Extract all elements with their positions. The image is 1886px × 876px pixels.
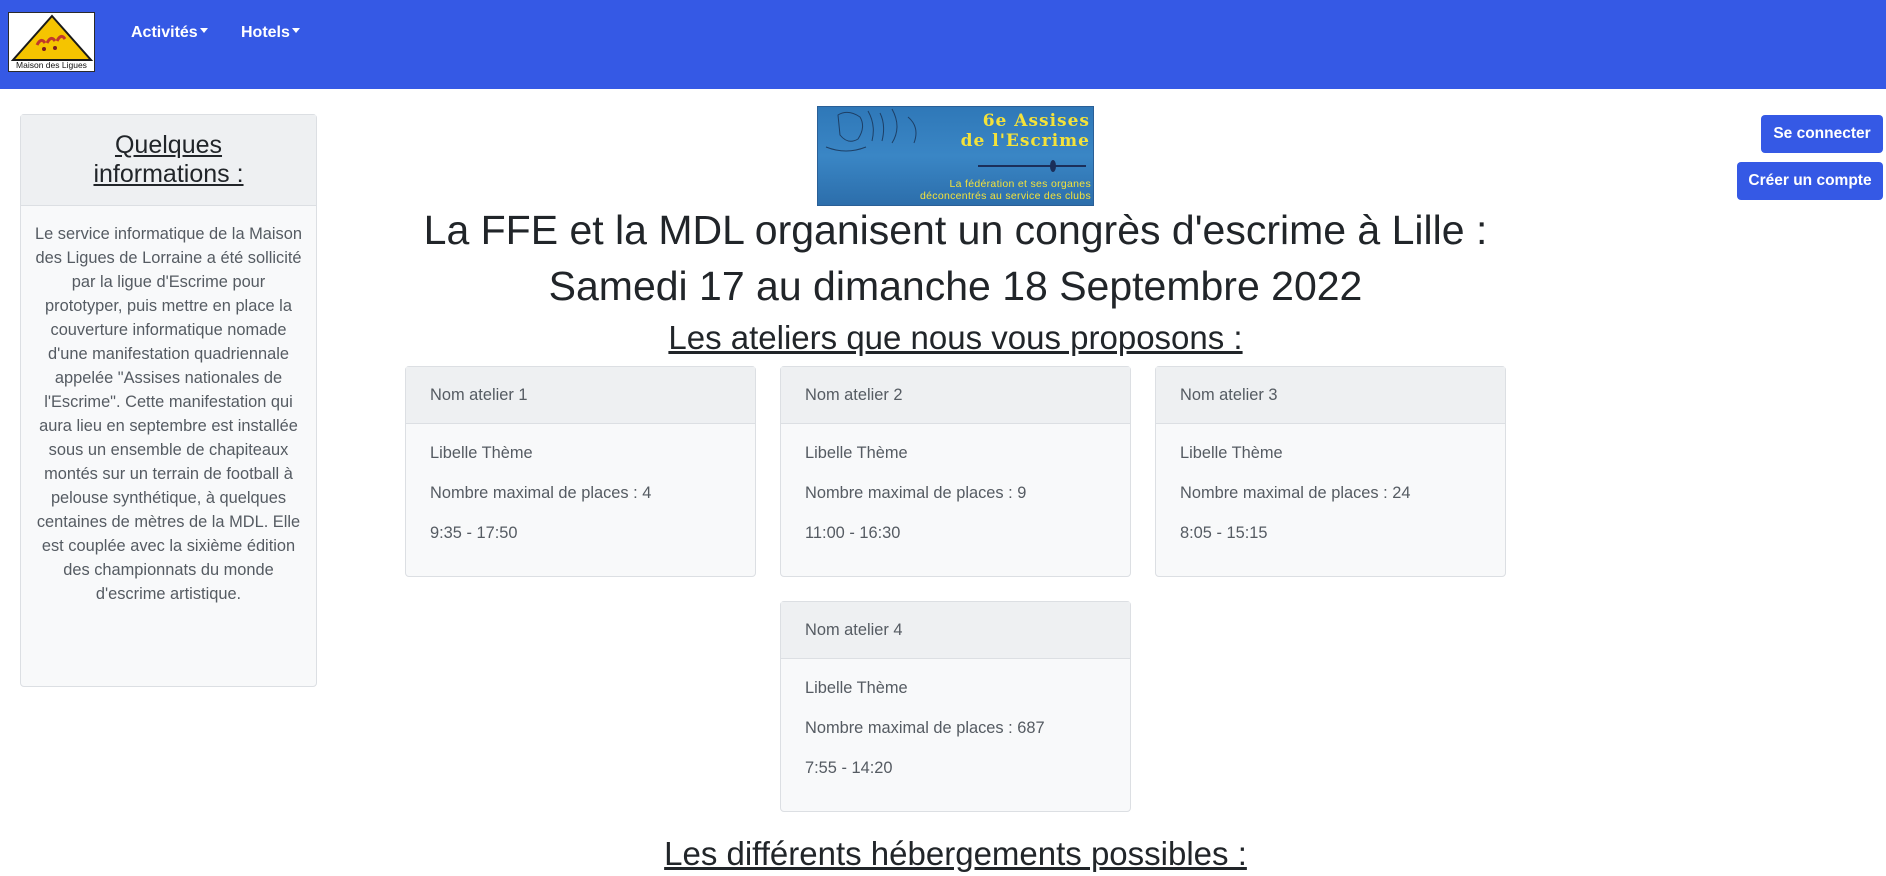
atelier-theme: Libelle Thème xyxy=(1180,444,1283,462)
info-card-header: Quelques informations : xyxy=(21,115,316,206)
atelier-places: Nombre maximal de places : 4 xyxy=(430,484,652,502)
atelier-body: Libelle Thème Nombre maximal de places :… xyxy=(1156,424,1505,562)
atelier-card: Nom atelier 4 Libelle Thème Nombre maxim… xyxy=(780,601,1131,812)
assises-escrime-banner: 6e Assises de l'Escrime La fédération et… xyxy=(817,106,1094,206)
caret-down-icon xyxy=(199,28,208,34)
banner-line-3: La fédération et ses organes xyxy=(949,178,1091,190)
maison-des-ligues-logo[interactable]: Maison des Ligues xyxy=(8,12,95,72)
atelier-name: Nom atelier 2 xyxy=(781,367,1130,424)
nav-dropdown-hotels[interactable]: Hotels xyxy=(241,24,300,42)
register-button[interactable]: Créer un compte xyxy=(1737,162,1883,200)
caret-down-icon xyxy=(291,28,300,34)
event-dates: Samedi 17 au dimanche 18 Septembre 2022 xyxy=(548,263,1363,309)
atelier-theme: Libelle Thème xyxy=(805,679,908,697)
banner-line-2: de l'Escrime xyxy=(960,131,1090,151)
nav-label-hotels: Hotels xyxy=(241,24,290,41)
foil-icon xyxy=(978,165,1086,167)
event-headline: La FFE et la MDL organisent un congrès d… xyxy=(423,207,1488,253)
nav-label-activites: Activités xyxy=(131,24,198,41)
atelier-hours: 7:55 - 14:20 xyxy=(805,759,893,777)
atelier-body: Libelle Thème Nombre maximal de places :… xyxy=(781,424,1130,562)
atelier-card: Nom atelier 1 Libelle Thème Nombre maxim… xyxy=(405,366,756,577)
atelier-hours: 8:05 - 15:15 xyxy=(1180,524,1268,542)
fencer-sketch-icon xyxy=(825,108,917,152)
atelier-places: Nombre maximal de places : 9 xyxy=(805,484,1027,502)
atelier-name: Nom atelier 1 xyxy=(406,367,755,424)
atelier-places: Nombre maximal de places : 24 xyxy=(1180,484,1411,502)
navbar: Maison des Ligues Activités Hotels xyxy=(0,0,1886,89)
hebergements-section-title: Les différents hébergements possibles : xyxy=(664,835,1247,872)
info-card: Quelques informations : Le service infor… xyxy=(20,114,317,687)
banner-line-4: déconcentrés au service des clubs xyxy=(920,190,1091,202)
atelier-hours: 9:35 - 17:50 xyxy=(430,524,518,542)
atelier-card: Nom atelier 3 Libelle Thème Nombre maxim… xyxy=(1155,366,1506,577)
atelier-theme: Libelle Thème xyxy=(805,444,908,462)
atelier-name: Nom atelier 3 xyxy=(1156,367,1505,424)
foil-guard-icon xyxy=(1050,160,1056,172)
nav-dropdown-activites[interactable]: Activités xyxy=(131,24,208,42)
ateliers-section-title: Les ateliers que nous vous proposons : xyxy=(668,319,1243,356)
login-button[interactable]: Se connecter xyxy=(1761,115,1883,153)
logo-text: Maison des Ligues xyxy=(16,60,87,70)
atelier-body: Libelle Thème Nombre maximal de places :… xyxy=(406,424,755,562)
atelier-body: Libelle Thème Nombre maximal de places :… xyxy=(781,659,1130,797)
atelier-places: Nombre maximal de places : 687 xyxy=(805,719,1045,737)
banner-line-1: 6e Assises xyxy=(982,111,1090,131)
atelier-hours: 11:00 - 16:30 xyxy=(805,524,901,542)
atelier-card: Nom atelier 2 Libelle Thème Nombre maxim… xyxy=(780,366,1131,577)
atelier-theme: Libelle Thème xyxy=(430,444,533,462)
atelier-name: Nom atelier 4 xyxy=(781,602,1130,659)
info-card-title: Quelques informations : xyxy=(93,131,244,188)
